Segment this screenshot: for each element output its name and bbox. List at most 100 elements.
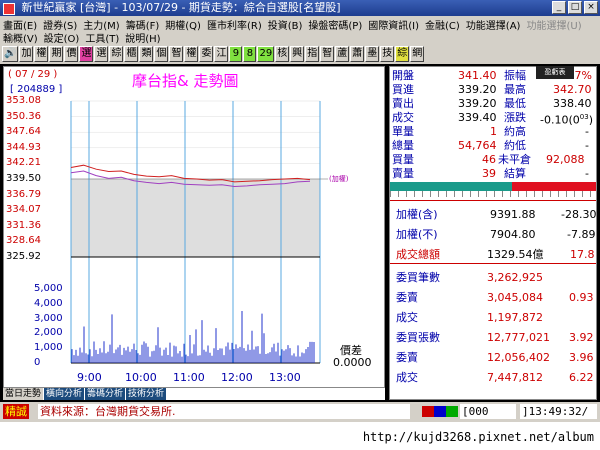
index-a-change: -28.30 [561,208,597,221]
close-button[interactable]: × [584,1,598,14]
volume-tick-label: 4,000 [34,297,63,309]
toolbar-button-9[interactable]: 類 [139,46,154,62]
order-row-label: 委買筆數 [396,271,440,284]
y-tick-label: 350.36 [6,110,41,122]
menu-item-help[interactable]: 說明(H) [125,30,160,45]
toolbar-button-2[interactable]: 權 [34,46,49,62]
toolbar-button-21[interactable]: 智 [320,46,335,62]
menu-item-invest[interactable]: 投資(B) [268,17,303,32]
yue-low-value: - [585,139,589,152]
buy-label: 買進 [392,83,414,96]
change-main: -0.10(0 [540,113,580,127]
menu-item-options[interactable]: 期權(Q) [165,17,201,32]
settle-value: - [585,167,589,180]
toolbar-button-20[interactable]: 指 [305,46,320,62]
brand-badge: 精誠 [3,404,29,419]
counter: [000 [460,404,516,419]
order-row-value: 12,777,021 [487,331,550,344]
menu-item-finance[interactable]: 金融(C) [425,17,460,32]
open-value: 341.40 [458,69,497,82]
volume-tick-label: 3,000 [34,312,63,324]
tab-horizontal[interactable]: 橫向分析 [44,388,85,400]
tab-technical[interactable]: 技術分析 [126,388,167,400]
sellq-label: 賣量 [392,167,414,180]
menu-item-intl-info[interactable]: 國際資訊(I) [368,17,419,32]
toolbar-button-25[interactable]: 技 [380,46,395,62]
index-c-label: 成交總額 [396,248,440,261]
indicator-red [422,406,434,417]
toolbar-button-5[interactable]: 選 [79,46,94,62]
connection-indicator [422,406,458,417]
change-value: -0.10(003) [540,111,593,127]
deal-label: 成交 [392,111,414,124]
toolbar-button-14[interactable]: 江 [214,46,229,62]
change-tail: ) [588,113,593,127]
low-label: 最低 [504,97,526,110]
toolbar-button-24[interactable]: 墨 [365,46,380,62]
toolbar-button-11[interactable]: 智 [169,46,184,62]
app-icon [3,3,15,15]
popup-tooltip[interactable]: 盈虧表 [536,66,574,79]
buyq-label: 買量 [392,153,414,166]
toolbar: 🔊 加權期價選選綜櫃類個智權委江 9 8 29 核興指智蘆蕭墨技綜網 [0,44,600,64]
ratio-bar-sell [512,182,596,191]
change-label: 漲跌 [504,111,526,124]
tab-intraday[interactable]: 當日走勢 [3,388,44,400]
toolbar-button-4[interactable]: 價 [64,46,79,62]
toolbar-button-26[interactable]: 綜 [395,46,410,62]
menu-item-trading-code[interactable]: 操盤密碼(P) [308,17,362,32]
high-value: 342.70 [553,83,592,96]
volume-tick-label: 0 [34,357,41,368]
toolbar-button-12[interactable]: 權 [184,46,199,62]
volume-tick-label: 5,000 [34,283,63,294]
y-tick-label: 328.64 [6,235,41,247]
menu-item-functions[interactable]: 功能選擇(A) [466,17,521,32]
toolbar-button-7[interactable]: 綜 [109,46,124,62]
toolbar-button-6[interactable]: 選 [94,46,109,62]
index-a-label: 加權(含) [396,208,438,221]
total-label: 總量 [392,139,414,152]
toolbar-button-8[interactable]: 櫃 [124,46,139,62]
menu-item-view[interactable]: 輸概(V) [3,30,38,45]
order-row-value: 1,197,872 [487,311,543,324]
sellq-value: 39 [482,167,496,180]
toolbar-button-13[interactable]: 委 [199,46,214,62]
toolbar-button-22[interactable]: 蘆 [335,46,350,62]
toolbar-button-0[interactable]: 🔊 [2,46,19,62]
open-int-value: 92,088 [546,153,585,166]
index-b-label: 加權(不) [396,228,438,241]
tab-chips[interactable]: 籌碼分析 [85,388,126,400]
status-bar: 精誠 資料來源：台灣期貨交易所. [000 ]13:49:32/ [0,402,600,422]
order-row-label: 委買張數 [396,331,440,344]
menu-item-fx-rates[interactable]: 匯市利率(R) [207,17,262,32]
toolbar-button-18[interactable]: 核 [275,46,290,62]
total-value: 54,764 [458,139,497,152]
volume-tick-label: 2,000 [34,327,63,339]
minimize-button[interactable]: _ [552,1,566,14]
toolbar-button-17[interactable]: 29 [257,46,275,62]
toolbar-button-16[interactable]: 8 [243,46,257,62]
window-controls: _ □ × [552,1,598,14]
order-row-value: 7,447,812 [487,371,543,384]
toolbar-button-19[interactable]: 興 [290,46,305,62]
maximize-button[interactable]: □ [568,1,582,14]
toolbar-button-27[interactable]: 網 [410,46,425,62]
change-sup: 03 [579,113,589,121]
toolbar-button-15[interactable]: 9 [229,46,243,62]
ratio-bar-ticks [390,191,596,197]
chart-volume-label: [ 204889 ] [10,84,63,95]
toolbar-button-1[interactable]: 加 [19,46,34,62]
toolbar-button-3[interactable]: 期 [49,46,64,62]
chart-date: ( 07 / 29 ) [8,69,58,80]
order-row-ratio: 3.92 [569,331,594,344]
menu-row-2: 輸概(V) 設定(O) 工具(T) 說明(H) [3,30,161,45]
index-b-value: 7904.80 [490,228,536,241]
toolbar-button-23[interactable]: 蕭 [350,46,365,62]
menu-item-tools[interactable]: 工具(T) [85,30,119,45]
toolbar-button-10[interactable]: 個 [154,46,169,62]
index-b-change: -7.89 [567,228,596,241]
menu-item-settings[interactable]: 設定(O) [44,30,80,45]
sell-label: 賣出 [392,97,414,110]
y-tick-label: 339.50 [6,173,41,184]
volume-tick-label: 1,000 [34,342,63,354]
